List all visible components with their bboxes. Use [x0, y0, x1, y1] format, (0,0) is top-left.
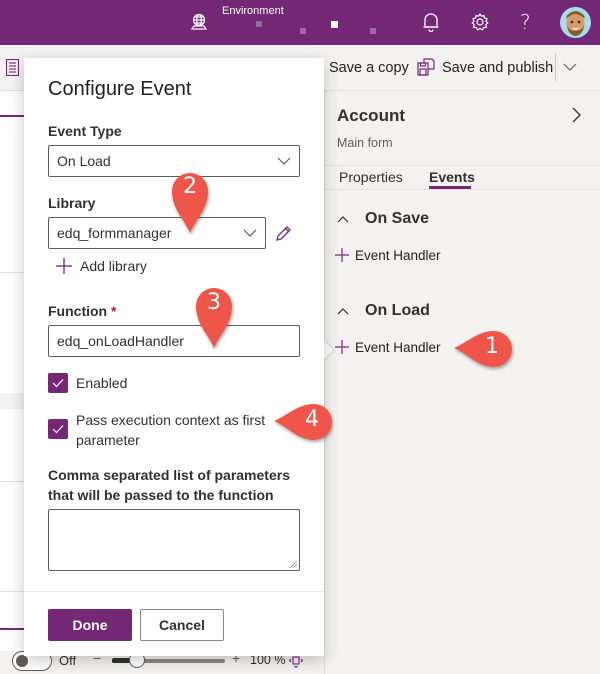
function-value: edq_onLoadHandler [57, 333, 184, 349]
library-label: Library [48, 195, 96, 211]
library-dropdown[interactable]: edq_formmanager [48, 217, 266, 249]
chevron-down-icon[interactable] [563, 62, 577, 72]
chevron-down-icon [243, 229, 257, 237]
environment-dot [300, 28, 306, 34]
pass-context-label-line2: parameter [76, 432, 140, 448]
properties-panel: Account Main form Properties Events On S… [324, 91, 600, 674]
enabled-checkbox[interactable] [48, 373, 68, 393]
add-library-label: Add library [80, 258, 147, 274]
section-title: On Save [365, 210, 430, 227]
form-document-icon[interactable] [6, 59, 19, 76]
fit-to-screen-icon[interactable] [289, 654, 303, 668]
environment-dot [331, 21, 338, 28]
dialog-title: Configure Event [48, 78, 192, 100]
on-save-add-event-handler[interactable]: Event Handler [335, 248, 441, 263]
chevron-up-icon[interactable] [337, 307, 349, 315]
tabs-bottom-divider [325, 189, 600, 190]
annotation-number-2: 2 [183, 174, 197, 199]
annotation-number-1: 1 [485, 334, 499, 359]
gear-icon[interactable] [469, 11, 491, 33]
edit-pencil-icon[interactable] [274, 225, 292, 243]
add-library-button[interactable]: Add library [56, 258, 147, 274]
function-input[interactable]: edq_onLoadHandler [48, 325, 300, 357]
annotation-number-4: 4 [305, 407, 319, 432]
parameters-label-line1: Comma separated list of parameters [48, 467, 290, 483]
environment-dot [256, 21, 262, 27]
plus-icon [335, 248, 349, 262]
parameters-textarea[interactable] [48, 509, 300, 571]
panel-title: Account [337, 106, 405, 125]
save-publish-icon [417, 58, 435, 76]
function-label: Function * [48, 303, 116, 319]
event-type-label: Event Type [48, 123, 122, 139]
handler-label: Event Handler [355, 248, 441, 263]
parameters-label-line2: that will be passed to the function [48, 487, 274, 503]
plus-icon [56, 258, 72, 274]
plus-icon [335, 340, 349, 354]
event-type-value: On Load [57, 153, 111, 169]
enabled-label: Enabled [76, 375, 128, 391]
environment-dot [370, 28, 376, 34]
avatar[interactable] [560, 7, 591, 38]
required-marker: * [111, 303, 117, 319]
section-on-save[interactable]: On Save [337, 210, 429, 228]
save-and-publish-button[interactable]: Save and publish [442, 60, 553, 76]
dialog-pointer [323, 340, 333, 360]
top-bar: Environment ? [0, 0, 600, 45]
configure-event-dialog: Configure Event Event Type On Load Libra… [24, 58, 324, 656]
save-a-copy-button[interactable]: Save a copy [329, 60, 409, 76]
pass-context-label-line1: Pass execution context as first [76, 412, 266, 428]
command-separator [555, 53, 556, 81]
resize-grip-icon[interactable] [290, 561, 297, 568]
bell-icon[interactable] [420, 11, 442, 33]
cancel-button[interactable]: Cancel [140, 609, 224, 641]
chevron-up-icon[interactable] [337, 215, 349, 223]
done-button[interactable]: Done [48, 609, 132, 641]
toggle-knob [16, 655, 28, 667]
handler-label: Event Handler [355, 340, 441, 355]
on-load-add-event-handler[interactable]: Event Handler [335, 340, 441, 355]
pass-context-checkbox[interactable] [48, 419, 68, 439]
section-title: On Load [365, 302, 430, 319]
section-on-load[interactable]: On Load [337, 302, 430, 320]
tab-events[interactable]: Events [429, 169, 475, 185]
chevron-right-icon[interactable] [570, 107, 582, 123]
panel-subtitle: Main form [337, 136, 393, 150]
environment-globe-icon[interactable] [190, 13, 208, 31]
annotation-number-3: 3 [207, 290, 221, 315]
tab-properties[interactable]: Properties [339, 169, 403, 185]
help-icon[interactable]: ? [520, 10, 531, 34]
dialog-footer-divider [24, 591, 324, 592]
function-label-text: Function [48, 303, 108, 319]
chevron-down-icon [277, 157, 291, 165]
environment-label[interactable]: Environment [222, 5, 284, 17]
tabs-divider [325, 165, 600, 166]
library-value: edq_formmanager [57, 225, 172, 241]
